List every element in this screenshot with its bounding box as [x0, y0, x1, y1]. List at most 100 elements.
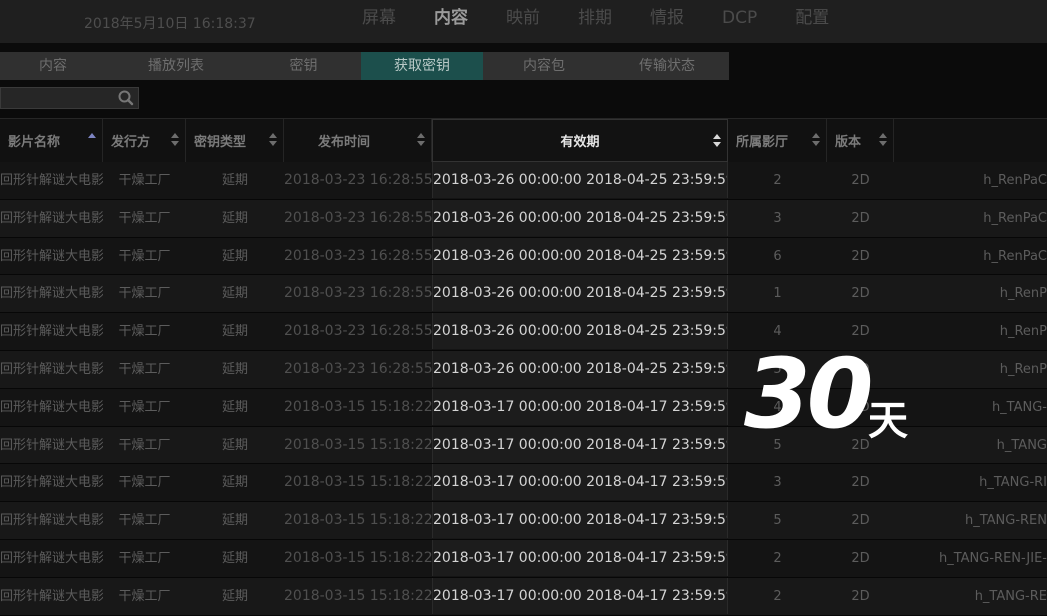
cell-validity: 2018-03-17 00:00:00 2018-04-17 23:59:59	[432, 577, 728, 614]
cell-distributor: 干燥工厂	[118, 361, 171, 377]
cell-server: h_TANG	[996, 437, 1047, 453]
cell-validity: 2018-03-17 00:00:00 2018-04-17 23:59:59	[432, 426, 728, 463]
search-icon[interactable]	[117, 89, 135, 107]
nav-content[interactable]: 内容	[415, 0, 487, 38]
col-key-type[interactable]: 密钥类型	[186, 119, 284, 162]
table-row[interactable]: 回形针解谜大电影 干燥工厂 延期 2018-03-23 16:28:55 2018-03…	[0, 237, 1047, 276]
tab-keys[interactable]: 密钥	[246, 52, 361, 80]
cell-distributor: 干燥工厂	[118, 513, 171, 529]
cell-key-type: 延期	[221, 437, 248, 453]
tab-playlist[interactable]: 播放列表	[106, 52, 246, 80]
cell-validity: 2018-03-26 00:00:00 2018-04-25 23:59:59	[432, 162, 728, 198]
cell-film-name: 回形针解谜大电影	[0, 173, 103, 188]
tab-content-package[interactable]: 内容包	[483, 52, 605, 80]
tab-transfer-status[interactable]: 传输状态	[605, 52, 729, 80]
cell-validity: 2018-03-17 00:00:00 2018-04-17 23:59:59	[432, 502, 728, 539]
cell-key-type: 延期	[221, 399, 248, 415]
overlay-unit: 天	[868, 398, 908, 444]
sort-icon	[879, 131, 887, 149]
tab-get-keys[interactable]: 获取密钥	[361, 52, 483, 80]
table-row[interactable]: 回形针解谜大电影 干燥工厂 延期 2018-03-15 15:18:22 2018-03…	[0, 577, 1047, 616]
sub-tabs: 内容 播放列表 密钥 获取密钥 内容包 传输状态	[0, 52, 729, 80]
cell-server: h_TANG-	[991, 399, 1047, 415]
cell-publish-time: 2018-03-23 16:28:55	[284, 360, 432, 377]
table-row[interactable]: 回形针解谜大电影 干燥工厂 延期 2018-03-23 16:28:55 2018-03…	[0, 162, 1047, 200]
cell-film-name: 回形针解谜大电影	[0, 475, 103, 491]
cell-validity: 2018-03-17 00:00:00 2018-04-17 23:59:59	[432, 539, 728, 576]
table-row[interactable]: 回形针解谜大电影 干燥工厂 延期 2018-03-15 15:18:22 2018-03…	[0, 464, 1047, 503]
col-film-name[interactable]: 影片名称	[0, 119, 103, 162]
cell-publish-time: 2018-03-15 15:18:22	[284, 398, 432, 415]
cell-validity: 2018-03-26 00:00:00 2018-04-25 23:59:59	[432, 275, 728, 312]
nav-config[interactable]: 配置	[776, 0, 848, 38]
col-distributor[interactable]: 发行方	[103, 119, 186, 162]
cell-validity: 2018-03-26 00:00:00 2018-04-25 23:59:59	[432, 199, 728, 236]
cell-version: 2D	[851, 173, 870, 188]
cell-key-type: 延期	[221, 588, 248, 604]
table-row[interactable]: 回形针解谜大电影 干燥工厂 延期 2018-03-15 15:18:22 2018-03…	[0, 539, 1047, 578]
cell-distributor: 干燥工厂	[118, 210, 171, 226]
table-row[interactable]: 回形针解谜大电影 干燥工厂 延期 2018-03-15 15:18:22 2018-03…	[0, 502, 1047, 540]
col-hall[interactable]: 所属影厅	[728, 119, 827, 162]
nav-preshow[interactable]: 映前	[487, 0, 559, 38]
cell-version: 2D	[851, 588, 870, 604]
cell-film-name: 回形针解谜大电影	[0, 588, 103, 604]
key-table: 影片名称 发行方 密钥类型 发布时间 有效期 所属影厅 版本 回形针解谜大电影 …	[0, 118, 1047, 616]
cell-hall: 3	[773, 475, 782, 491]
cell-distributor: 干燥工厂	[118, 399, 171, 415]
col-film-name-label: 影片名称	[8, 135, 61, 150]
cell-publish-time: 2018-03-15 15:18:22	[284, 549, 432, 566]
col-key-type-label: 密钥类型	[194, 135, 247, 150]
cell-film-name: 回形针解谜大电影	[0, 513, 103, 529]
cell-version: 2D	[851, 475, 870, 491]
table-row[interactable]: 回形针解谜大电影 干燥工厂 延期 2018-03-23 16:28:55 2018-03…	[0, 313, 1047, 351]
cell-film-name: 回形针解谜大电影	[0, 248, 103, 264]
cell-key-type: 延期	[221, 210, 248, 226]
table-row[interactable]: 回形针解谜大电影 干燥工厂 延期 2018-03-23 16:28:55 2018-03…	[0, 199, 1047, 238]
cell-publish-time: 2018-03-15 15:18:22	[284, 587, 432, 604]
sort-icon	[171, 131, 179, 149]
cell-hall: 2	[773, 173, 782, 188]
table-row[interactable]: 回形针解谜大电影 干燥工厂 延期 2018-03-23 16:28:55 2018-03…	[0, 350, 1047, 389]
col-validity-label: 有效期	[560, 135, 600, 150]
cell-distributor: 干燥工厂	[118, 550, 171, 566]
cell-validity: 2018-03-26 00:00:00 2018-04-25 23:59:59	[432, 237, 728, 274]
sort-icon	[417, 131, 425, 149]
cell-distributor: 干燥工厂	[118, 437, 171, 453]
cell-publish-time: 2018-03-23 16:28:55	[284, 247, 432, 264]
table-row[interactable]: 回形针解谜大电影 干燥工厂 延期 2018-03-23 16:28:55 2018-03…	[0, 275, 1047, 314]
cell-film-name: 回形针解谜大电影	[0, 361, 103, 377]
cell-server: h_RenP	[999, 361, 1047, 377]
cell-key-type: 延期	[221, 475, 248, 491]
col-server[interactable]	[894, 119, 1047, 162]
cell-publish-time: 2018-03-23 16:28:55	[284, 172, 432, 188]
tab-content[interactable]: 内容	[0, 52, 106, 80]
col-publish-time[interactable]: 发布时间	[284, 119, 432, 162]
cell-film-name: 回形针解谜大电影	[0, 550, 103, 566]
search-input[interactable]	[1, 88, 117, 108]
col-version-label: 版本	[835, 135, 862, 150]
cell-film-name: 回形针解谜大电影	[0, 286, 103, 302]
cell-distributor: 干燥工厂	[118, 475, 171, 491]
cell-server: h_RenPaC	[983, 173, 1047, 188]
cell-server: h_TANG-RI	[979, 475, 1047, 491]
cell-validity: 2018-03-26 00:00:00 2018-04-25 23:59:59	[432, 350, 728, 387]
cell-key-type: 延期	[221, 513, 248, 529]
cell-key-type: 延期	[221, 173, 248, 188]
table-header: 影片名称 发行方 密钥类型 发布时间 有效期 所属影厅 版本	[0, 118, 1047, 162]
nav-schedule[interactable]: 排期	[559, 0, 631, 38]
cell-server: h_RenP	[999, 324, 1047, 340]
col-validity[interactable]: 有效期	[432, 119, 728, 162]
cell-distributor: 干燥工厂	[118, 286, 171, 302]
nav-dcp[interactable]: DCP	[703, 0, 776, 38]
nav-screen[interactable]: 屏幕	[343, 0, 415, 38]
cell-server: h_RenPaC	[983, 248, 1047, 264]
sort-icon	[812, 131, 820, 149]
cell-version: 2D	[851, 513, 870, 529]
cell-server: h_TANG-RE	[974, 588, 1047, 604]
cell-hall: 6	[773, 248, 782, 264]
nav-intel[interactable]: 情报	[631, 0, 703, 38]
cell-distributor: 干燥工厂	[118, 248, 171, 264]
col-version[interactable]: 版本	[827, 119, 894, 162]
main-nav: 屏幕 内容 映前 排期 情报 DCP 配置	[343, 0, 848, 38]
